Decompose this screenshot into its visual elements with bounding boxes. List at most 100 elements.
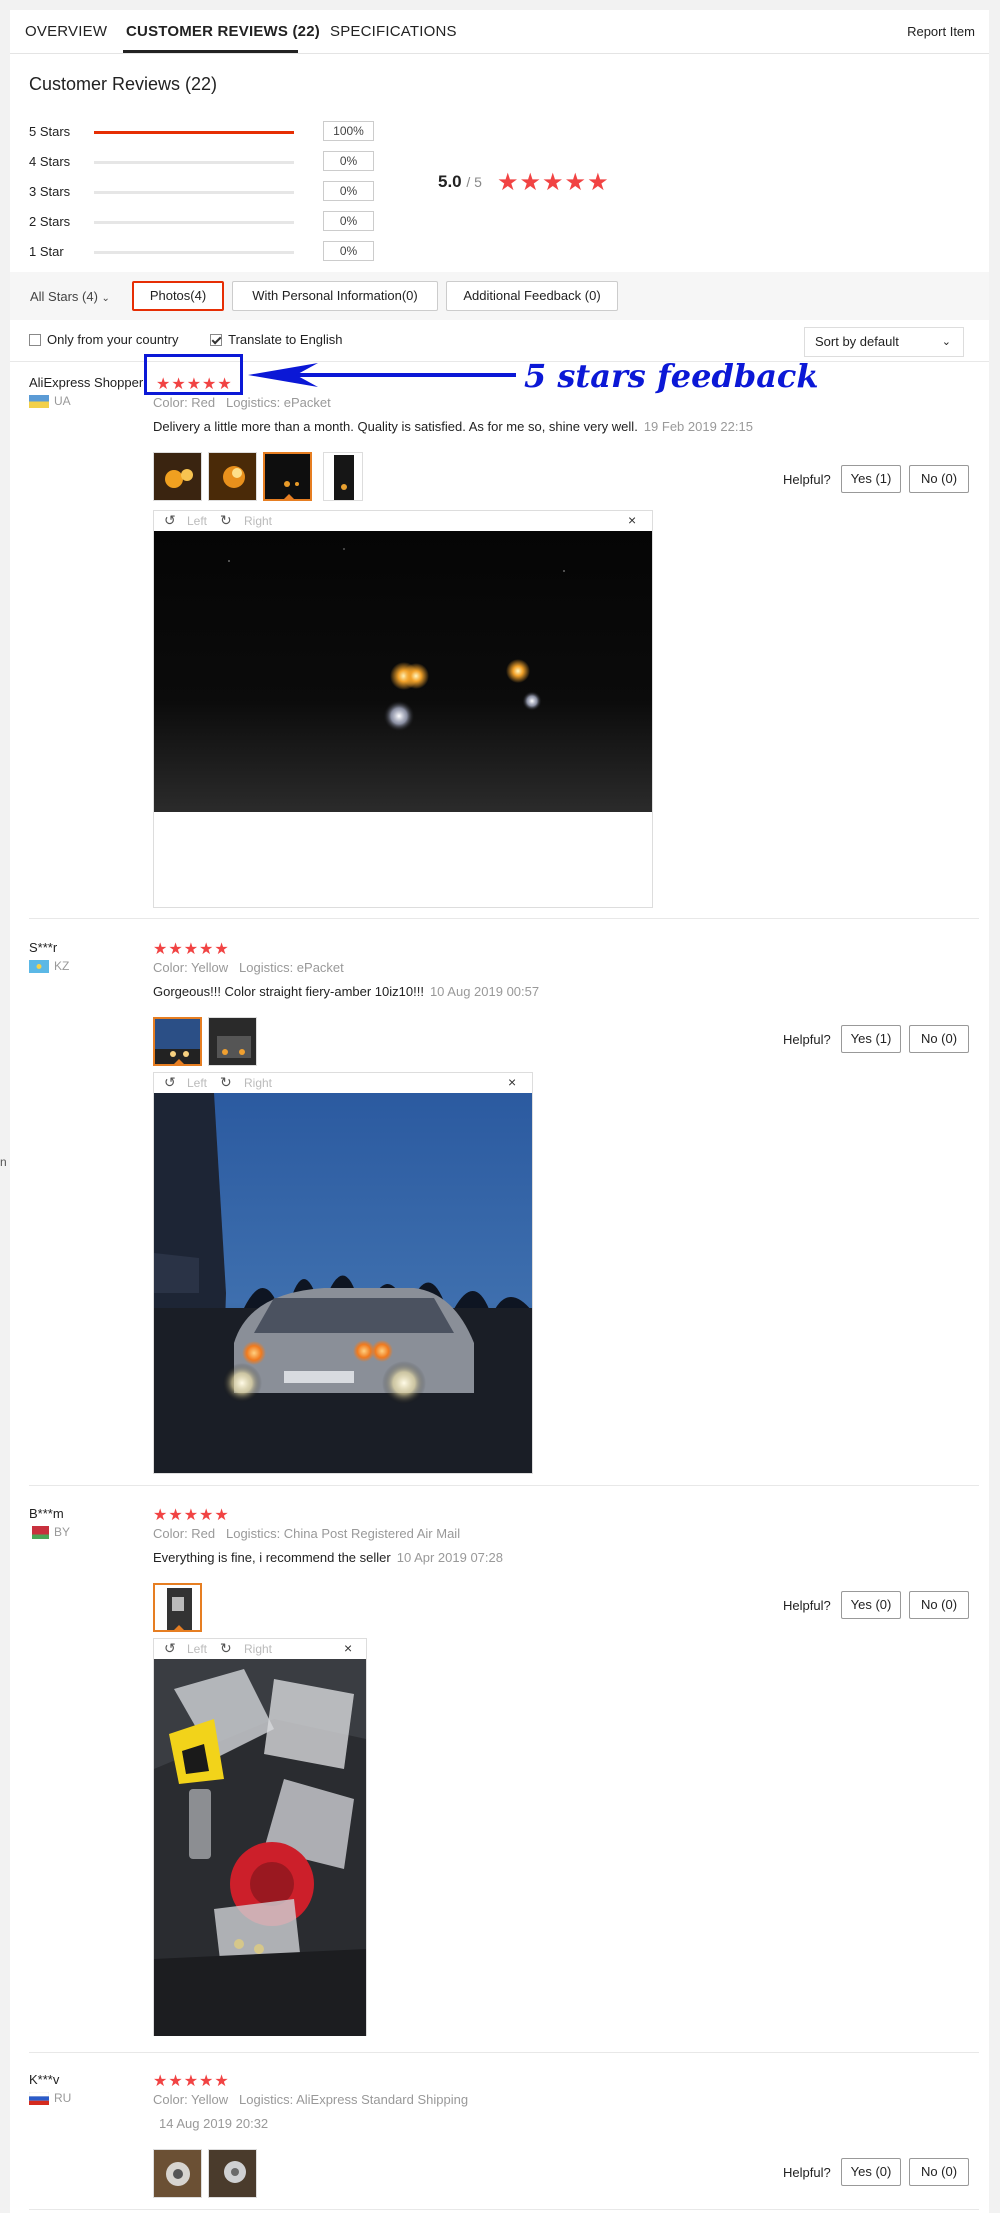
review-thumbnail[interactable]	[208, 452, 257, 501]
rating-row-5[interactable]: 5 Stars 100%	[29, 121, 374, 143]
close-icon[interactable]: ×	[344, 1640, 352, 1656]
rating-bar	[94, 161, 294, 164]
close-icon[interactable]: ×	[628, 512, 636, 528]
review-logistics: Logistics: AliExpress Standard Shipping	[239, 2092, 469, 2107]
translate-checkbox[interactable]: Translate to English	[210, 332, 343, 347]
annotation-text: 5 stars feedback	[524, 357, 819, 395]
rotate-right-icon[interactable]: ↻	[220, 1640, 232, 1657]
review-item: AliExpress Shopper UA ★★★★★ Color: Red L…	[10, 375, 989, 915]
review-thumbnails	[153, 452, 383, 504]
rating-percent: 0%	[323, 181, 374, 201]
helpful-no-button[interactable]: No (0)	[909, 1025, 969, 1053]
helpful-no-button[interactable]: No (0)	[909, 2158, 969, 2186]
reviews-panel: OVERVIEW CUSTOMER REVIEWS (22) SPECIFICA…	[10, 10, 989, 2213]
sort-dropdown[interactable]: Sort by default ⌄	[804, 327, 964, 357]
helpful-yes-button[interactable]: Yes (1)	[841, 465, 901, 493]
review-date: 19 Feb 2019 22:15	[643, 419, 753, 434]
photo-thumbnail-image	[209, 1018, 256, 1065]
review-color: Color: Red	[153, 395, 216, 410]
tab-customer-reviews[interactable]: CUSTOMER REVIEWS (22)	[126, 23, 320, 40]
helpful-yes-button[interactable]: Yes (0)	[841, 2158, 901, 2186]
rotate-right-icon[interactable]: ↻	[220, 512, 232, 529]
rating-row-4[interactable]: 4 Stars 0%	[29, 151, 374, 173]
viewer-toolbar: ↺ Left ↻ Right ×	[154, 1073, 532, 1093]
rating-percent: 0%	[323, 241, 374, 261]
rotate-left-label[interactable]: Left	[187, 514, 207, 528]
stars-highlight-box	[144, 354, 243, 395]
review-attributes: Color: Yellow Logistics: AliExpress Stan…	[153, 2092, 468, 2107]
filter-additional-feedback-button[interactable]: Additional Feedback (0)	[446, 281, 618, 311]
reviewer-name: K***v	[29, 2072, 60, 2087]
reviewer-country: BY	[54, 1525, 71, 1539]
rotate-left-icon[interactable]: ↺	[164, 512, 176, 529]
review-stars: ★★★★★	[153, 2073, 230, 2090]
helpful-no-button[interactable]: No (0)	[909, 465, 969, 493]
review-thumbnail-selected[interactable]	[153, 1017, 202, 1066]
rotate-left-label[interactable]: Left	[187, 1076, 207, 1090]
rating-label: 1 Star	[29, 244, 64, 259]
tab-specifications[interactable]: SPECIFICATIONS	[330, 23, 457, 40]
photo-thumbnail-image	[324, 453, 362, 500]
review-thumbnail[interactable]	[323, 452, 363, 501]
filter-bar: All Stars (4) ⌄ Photos(4) With Personal …	[10, 272, 989, 320]
review-text: 14 Aug 2019 20:32	[159, 2116, 268, 2131]
review-thumbnail-selected[interactable]	[153, 1583, 202, 1632]
review-body: Everything is fine, i recommend the sell…	[153, 1550, 391, 1565]
helpful-yes-button[interactable]: Yes (0)	[841, 1591, 901, 1619]
review-attributes: Color: Red Logistics: ePacket	[153, 395, 331, 410]
photo-thumbnail-image	[265, 454, 310, 499]
tab-overview[interactable]: OVERVIEW	[25, 23, 107, 40]
filter-photos-button[interactable]: Photos(4)	[132, 281, 224, 311]
reviewer-name: S***r	[29, 940, 58, 955]
review-thumbnail[interactable]	[153, 2149, 202, 2198]
rating-bar	[94, 191, 294, 194]
rotate-right-label[interactable]: Right	[244, 1642, 272, 1656]
average-stars: ★★★★★	[497, 169, 610, 196]
review-date: 10 Apr 2019 07:28	[396, 1550, 503, 1565]
close-icon[interactable]: ×	[508, 1074, 516, 1090]
review-color: Color: Yellow	[153, 960, 229, 975]
rotate-right-icon[interactable]: ↻	[220, 1074, 232, 1091]
helpful-no-button[interactable]: No (0)	[909, 1591, 969, 1619]
edge-text: n	[0, 1155, 7, 1169]
review-logistics: Logistics: ePacket	[225, 395, 331, 410]
reviews-title: Customer Reviews (22)	[29, 74, 218, 94]
rating-bar	[94, 221, 294, 224]
filter-personal-info-button[interactable]: With Personal Information(0)	[232, 281, 438, 311]
all-stars-dropdown[interactable]: All Stars (4) ⌄	[30, 289, 110, 304]
chevron-down-icon: ⌄	[101, 293, 110, 304]
photo-thumbnail-image	[209, 2150, 256, 2197]
rotate-left-icon[interactable]: ↺	[164, 1074, 176, 1091]
rotate-right-label[interactable]: Right	[244, 514, 272, 528]
rotate-left-label[interactable]: Left	[187, 1642, 207, 1656]
rotate-right-label[interactable]: Right	[244, 1076, 272, 1090]
average-out-of: / 5	[466, 174, 482, 190]
rating-row-3[interactable]: 3 Stars 0%	[29, 181, 374, 203]
helpful-label: Helpful?	[783, 2165, 831, 2180]
review-thumbnails	[153, 1017, 273, 1069]
review-thumbnail[interactable]	[208, 1017, 257, 1066]
review-photo-large	[154, 1659, 366, 2036]
photo-thumbnail-image	[154, 2150, 201, 2197]
only-country-checkbox[interactable]: Only from your country	[29, 332, 179, 347]
review-thumbnail-selected[interactable]	[263, 452, 312, 501]
rating-bar	[94, 131, 294, 134]
all-stars-label: All Stars (4)	[30, 289, 98, 304]
helpful-yes-button[interactable]: Yes (1)	[841, 1025, 901, 1053]
rating-row-2[interactable]: 2 Stars 0%	[29, 211, 374, 233]
photo-viewer: ↺ Left ↻ Right ×	[153, 1072, 533, 1474]
reviewer-name: B***m	[29, 1506, 64, 1521]
review-thumbnail[interactable]	[153, 452, 202, 501]
photo-thumbnail-image	[209, 453, 256, 500]
rating-percent: 0%	[323, 211, 374, 231]
ru-flag-icon	[29, 2092, 49, 2105]
review-item: K***v RU ★★★★★ Color: Yellow Logistics: …	[10, 2072, 989, 2212]
review-color: Color: Red	[153, 1526, 216, 1541]
review-logistics: Logistics: ePacket	[239, 960, 344, 975]
report-item-link[interactable]: Report Item	[907, 24, 975, 39]
average-score: 5.0	[438, 172, 462, 191]
helpful-label: Helpful?	[783, 1032, 831, 1047]
review-thumbnail[interactable]	[208, 2149, 257, 2198]
rotate-left-icon[interactable]: ↺	[164, 1640, 176, 1657]
rating-row-1[interactable]: 1 Star 0%	[29, 241, 374, 263]
